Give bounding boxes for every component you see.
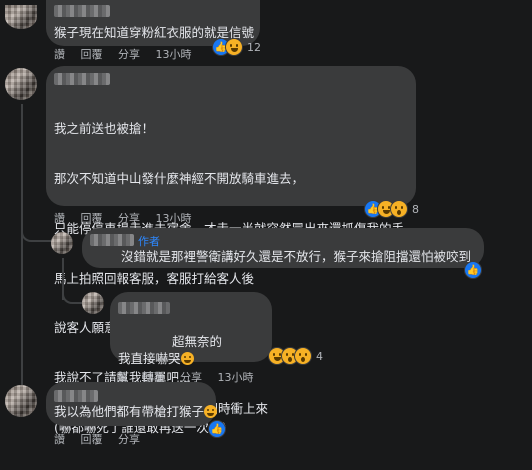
commenter-name[interactable] — [54, 390, 98, 402]
reaction-summary[interactable]: 👍 — [208, 420, 226, 438]
comment-actions: 讚 回覆 分享 — [54, 431, 152, 447]
thread-line — [21, 104, 23, 394]
laughing-emoji-icon — [204, 405, 218, 418]
avatar[interactable] — [5, 385, 37, 417]
reaction-summary[interactable]: 👍 8 — [364, 200, 419, 218]
comment-text: 沒錯就是那裡警衛講好久還是不放行，猴子來搶阻擋還怕被咬到 — [121, 249, 472, 264]
like-button[interactable]: 讚 — [54, 212, 65, 225]
reaction-summary[interactable]: 👍 12 — [212, 38, 261, 56]
commenter-name[interactable] — [90, 234, 134, 246]
like-icon: 👍 — [208, 420, 226, 438]
wow-icon — [294, 347, 312, 365]
comment-actions: 讚 回覆 分享 13小時 — [54, 210, 204, 226]
avatar[interactable] — [51, 232, 73, 254]
reaction-summary[interactable]: 4 — [268, 347, 323, 365]
comment-actions: 讚 回覆 分享 13小時 — [54, 46, 204, 62]
thread-connector — [21, 226, 51, 242]
timestamp[interactable]: 13小時 — [218, 371, 254, 384]
comment-line: 我之前送也被搶！ — [54, 121, 155, 137]
reaction-count: 8 — [412, 202, 419, 216]
comment-bubble: 超無奈的 我直接嚇哭 因為一次好幾隻同時衝上來 4 — [110, 292, 323, 416]
comment-line-text: 我直接嚇哭 — [118, 351, 181, 367]
reaction-count: 12 — [247, 40, 261, 54]
commenter-name[interactable] — [54, 5, 110, 17]
timestamp[interactable]: 13小時 — [156, 48, 192, 61]
avatar[interactable] — [5, 5, 37, 29]
like-icon: 👍 — [464, 261, 482, 279]
share-button[interactable]: 分享 — [118, 433, 140, 446]
thread-connector — [62, 290, 82, 304]
wow-icon — [390, 200, 408, 218]
commenter-name[interactable] — [118, 302, 170, 314]
comment-text: 我以為他們都有帶槍打猴子 — [54, 404, 218, 421]
reply-button[interactable]: 回覆 — [81, 48, 103, 61]
comment-bubble: 猴子現在知道穿粉紅衣服的就是信號 👍 12 — [46, 0, 261, 56]
like-button[interactable]: 讚 — [54, 433, 65, 446]
comment-bubble: 我以為他們都有帶槍打猴子 👍 — [46, 382, 226, 438]
comment-line: 那次不知道中山發什麼神經不開放騎車進去， — [54, 170, 305, 186]
reaction-summary[interactable]: 👍 — [464, 261, 482, 279]
reply-button[interactable]: 回覆 — [81, 433, 103, 446]
reply-button[interactable]: 回覆 — [81, 212, 103, 225]
avatar[interactable] — [82, 292, 104, 314]
commenter-name[interactable] — [54, 73, 110, 85]
comment-line: 我直接嚇哭 — [118, 351, 268, 368]
comment-line-text: 我以為他們都有帶槍打猴子 — [54, 404, 205, 419]
author-badge: 作者 — [138, 235, 160, 248]
like-button[interactable]: 讚 — [54, 48, 65, 61]
avatar[interactable] — [5, 68, 37, 100]
reaction-count: 4 — [316, 349, 323, 363]
haha-icon — [225, 38, 243, 56]
crying-emoji-icon — [180, 352, 194, 366]
comment-line: 馬上拍照回報客服，客服打給客人後 — [54, 270, 255, 286]
comment-bubble: 我之前送也被搶！ 那次不知道中山發什麼神經不開放騎車進去， 只能停停車場走進去宿… — [46, 66, 419, 435]
share-button[interactable]: 分享 — [118, 48, 140, 61]
timestamp[interactable]: 13小時 — [156, 212, 192, 225]
share-button[interactable]: 分享 — [118, 212, 140, 225]
comment-bubble: 作者 沒錯就是那裡警衛講好久還是不放行，猴子來搶阻擋還怕被咬到 👍 — [82, 228, 484, 279]
